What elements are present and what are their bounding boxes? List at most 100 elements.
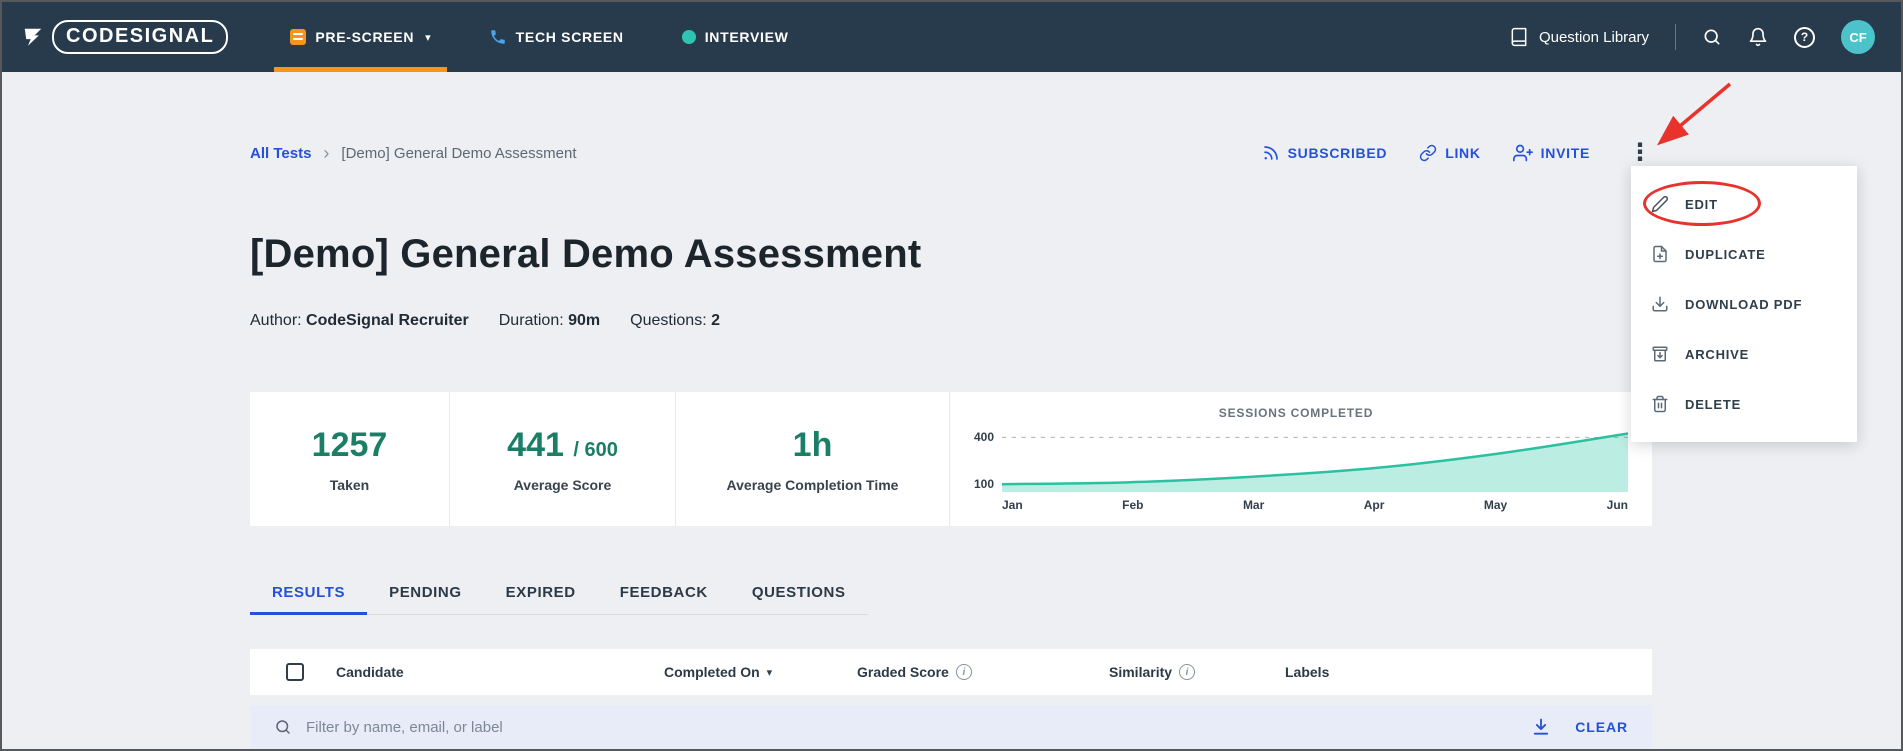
- book-icon: [1511, 27, 1527, 47]
- chart-body: 400 100: [964, 428, 1628, 492]
- breadcrumb-chevron-icon: ›: [323, 142, 330, 163]
- sessions-completed-chart: SESSIONS COMPLETED 400 100 Jan Feb Mar Apr Ma…: [950, 392, 1652, 526]
- menu-item-delete[interactable]: DELETE: [1631, 379, 1857, 429]
- subscribed-button[interactable]: SUBSCRIBED: [1262, 144, 1388, 162]
- invite-label: INVITE: [1540, 145, 1590, 161]
- menu-item-download-pdf[interactable]: DOWNLOAD PDF: [1631, 279, 1857, 329]
- top-navigation-bar: CODESIGNAL PRE-SCREEN ▾ TECH SCREEN INTE…: [2, 2, 1901, 72]
- chevron-down-icon: ▾: [425, 31, 431, 44]
- menu-item-archive[interactable]: ARCHIVE: [1631, 329, 1857, 379]
- chart-x-axis: Jan Feb Mar Apr May Jun: [1002, 498, 1628, 512]
- select-all-checkbox[interactable]: [286, 663, 304, 681]
- meta-author: Author: CodeSignal Recruiter: [250, 312, 469, 329]
- stat-average-score-label: Average Score: [513, 476, 612, 493]
- breadcrumb-all-tests-link[interactable]: All Tests: [250, 145, 311, 162]
- link-icon: [1420, 144, 1437, 162]
- graded-score-label: Graded Score: [857, 664, 949, 680]
- duplicate-icon: [1653, 245, 1667, 263]
- pre-screen-icon: [290, 29, 307, 45]
- filter-bar: CLEAR: [250, 705, 1652, 749]
- invite-button[interactable]: INVITE: [1512, 143, 1590, 163]
- y-tick-label: 400: [973, 430, 994, 445]
- menu-item-label: DELETE: [1685, 396, 1742, 412]
- graded-score-info-icon[interactable]: i: [955, 664, 972, 680]
- export-download-icon[interactable]: [1531, 717, 1551, 737]
- question-library-button[interactable]: Question Library: [1509, 27, 1649, 47]
- x-tick-label: Apr: [1363, 498, 1385, 512]
- nav-item-label: TECH SCREEN: [515, 29, 624, 45]
- similarity-info-icon[interactable]: i: [1179, 664, 1196, 680]
- menu-item-duplicate[interactable]: DUPLICATE: [1631, 229, 1857, 279]
- tab-questions[interactable]: QUESTIONS: [730, 576, 868, 614]
- nav-right-cluster: Question Library ? CF: [1509, 20, 1875, 54]
- stat-taken: 1257 Taken: [250, 392, 450, 526]
- breadcrumb-current: [Demo] General Demo Assessment: [341, 144, 577, 162]
- nav-item-label: INTERVIEW: [704, 29, 789, 45]
- avatar[interactable]: CF: [1841, 20, 1875, 54]
- link-button[interactable]: LINK: [1419, 144, 1480, 162]
- stat-completion-time-label: Average Completion Time: [726, 476, 899, 493]
- nav-item-pre-screen[interactable]: PRE-SCREEN ▾: [274, 2, 448, 72]
- chart-plot-area: [1002, 428, 1628, 492]
- help-icon[interactable]: ?: [1794, 26, 1815, 48]
- codesignal-logo-icon: [24, 28, 42, 46]
- codesignal-logo[interactable]: CODESIGNAL: [22, 20, 229, 54]
- nav-divider: [1675, 24, 1676, 50]
- column-similarity: Similarity i: [1109, 664, 1285, 680]
- chart-title: SESSIONS COMPLETED: [1218, 406, 1374, 420]
- tab-results[interactable]: RESULTS: [250, 576, 368, 615]
- filter-search-icon: [276, 720, 290, 734]
- filter-input[interactable]: [306, 718, 1532, 736]
- codesignal-logo-text: CODESIGNAL: [52, 20, 229, 54]
- page-title: [Demo] General Demo Assessment: [250, 232, 922, 276]
- similarity-label: Similarity: [1109, 664, 1173, 680]
- x-tick-label: Mar: [1242, 498, 1265, 512]
- assessment-meta: Author: CodeSignal Recruiter Duration: 9…: [250, 310, 1652, 332]
- user-plus-icon: [1512, 144, 1533, 162]
- x-tick-label: Jan: [1002, 498, 1023, 512]
- column-graded-score: Graded Score i: [857, 664, 1109, 680]
- results-tabs: RESULTS PENDING EXPIRED FEEDBACK QUESTIO…: [250, 576, 868, 615]
- menu-item-edit[interactable]: EDIT: [1631, 179, 1857, 229]
- interview-icon: [681, 30, 696, 44]
- nav-item-tech-screen[interactable]: TECH SCREEN: [473, 2, 640, 72]
- completed-on-label: Completed On: [664, 664, 760, 680]
- stat-completion-time-value: 1h: [792, 425, 833, 464]
- x-tick-label: Feb: [1122, 498, 1144, 512]
- trash-icon: [1652, 395, 1668, 413]
- app-window: CODESIGNAL PRE-SCREEN ▾ TECH SCREEN INTE…: [0, 0, 1903, 751]
- x-tick-label: Jun: [1606, 498, 1628, 512]
- download-icon: [1652, 296, 1668, 312]
- nav-item-interview[interactable]: INTERVIEW: [666, 2, 805, 72]
- filter-actions: CLEAR: [1531, 717, 1628, 737]
- notifications-bell-icon[interactable]: [1748, 27, 1768, 47]
- search-icon[interactable]: [1702, 27, 1722, 47]
- archive-icon: [1652, 346, 1668, 362]
- column-candidate: Candidate: [336, 664, 404, 680]
- column-labels: Labels: [1285, 664, 1330, 680]
- question-library-label: Question Library: [1538, 28, 1649, 46]
- nav-item-label: PRE-SCREEN: [315, 29, 415, 45]
- menu-item-label: EDIT: [1685, 196, 1718, 212]
- tab-expired[interactable]: EXPIRED: [484, 576, 598, 614]
- select-all-cell: [250, 663, 336, 681]
- stat-average-score: 441 / 600 Average Score: [450, 392, 676, 526]
- stat-average-score-value: 441 / 600: [507, 425, 618, 464]
- x-tick-label: May: [1483, 498, 1508, 512]
- stat-completion-time: 1h Average Completion Time: [676, 392, 950, 526]
- more-options-kebab-icon[interactable]: ⋮: [1628, 141, 1652, 165]
- tab-pending[interactable]: PENDING: [367, 576, 484, 614]
- tab-feedback[interactable]: FEEDBACK: [598, 576, 730, 614]
- chart-y-axis: 400 100: [964, 428, 1002, 492]
- menu-item-label: DUPLICATE: [1685, 246, 1766, 262]
- clear-button[interactable]: CLEAR: [1575, 719, 1628, 735]
- main-content: All Tests › [Demo] General Demo Assessme…: [250, 138, 1652, 749]
- menu-item-label: DOWNLOAD PDF: [1685, 296, 1803, 312]
- more-options-menu: EDIT DUPLICATE DOWNLOAD PDF ARCHIVE DELE…: [1631, 166, 1857, 442]
- y-tick-label: 100: [973, 477, 994, 492]
- stat-taken-value: 1257: [311, 425, 388, 464]
- sort-caret-icon[interactable]: ▾: [767, 666, 773, 679]
- subscribed-label: SUBSCRIBED: [1287, 145, 1388, 161]
- stat-taken-label: Taken: [329, 476, 370, 493]
- header-actions: SUBSCRIBED LINK INVITE ⋮: [1262, 141, 1652, 165]
